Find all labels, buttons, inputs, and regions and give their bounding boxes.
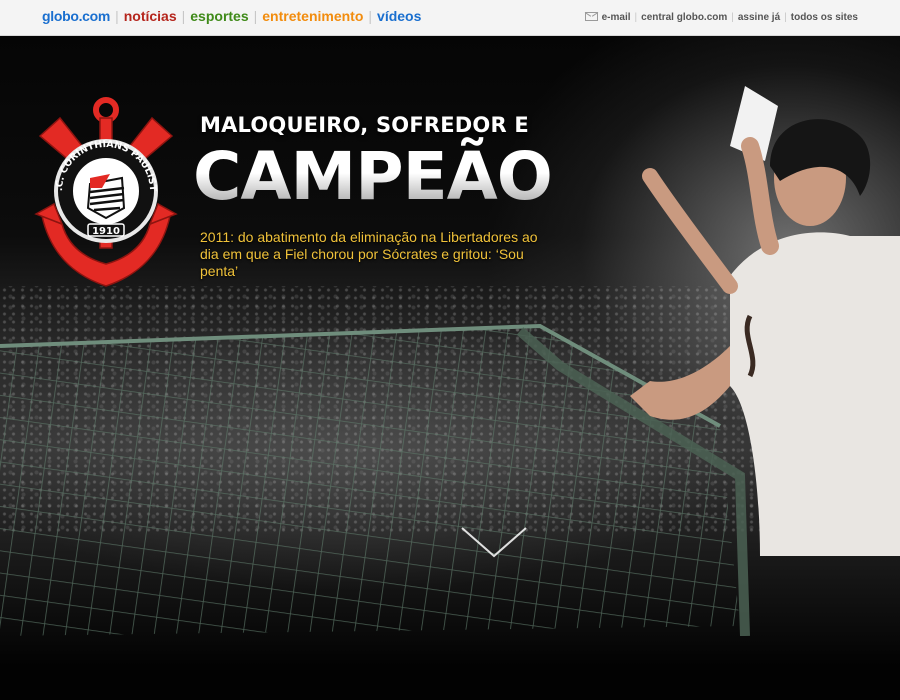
nav-esportes-link[interactable]: esportes — [190, 8, 248, 24]
top-bar: globo.com | notícias | esportes | entretenimen… — [0, 0, 900, 36]
email-link[interactable]: e-mail — [602, 12, 631, 23]
utility-nav: e-mail | central globo.com | assine já | todos… — [584, 12, 858, 23]
section-nav: globo.com | notícias | esportes | entretenimen… — [42, 8, 421, 24]
nav-separator: | — [634, 12, 638, 23]
nav-entretenimento-link[interactable]: entretenimento — [262, 8, 363, 24]
nav-noticias-link[interactable]: notícias — [124, 8, 177, 24]
todos-os-sites-link[interactable]: todos os sites — [791, 12, 858, 23]
nav-separator: | — [181, 8, 186, 24]
headline-kicker: MALOQUEIRO, SOFREDOR E — [200, 113, 529, 137]
nav-videos-link[interactable]: vídeos — [377, 8, 421, 24]
nav-separator: | — [253, 8, 258, 24]
nav-separator: | — [731, 12, 734, 23]
headline-subtitle: 2011: do abatimento da eliminação na Lib… — [200, 229, 538, 279]
nav-separator: | — [115, 8, 119, 24]
central-globo-link[interactable]: central globo.com — [641, 12, 727, 23]
envelope-icon — [584, 12, 598, 21]
crest-year-text: 1910 — [92, 226, 120, 237]
nav-separator: | — [368, 8, 373, 24]
chevron-down-icon[interactable] — [458, 524, 530, 560]
corinthians-crest-icon: S.C. CORINTHIANS PAULISTA 1910 — [32, 96, 178, 287]
headline-title: CAMPEÃO — [193, 136, 553, 218]
fan-photo — [630, 86, 900, 556]
nav-separator: | — [784, 12, 787, 23]
globo-logo-link[interactable]: globo.com — [42, 8, 110, 24]
hero-banner: S.C. CORINTHIANS PAULISTA 1910 MALOQUEIR… — [0, 36, 900, 700]
assine-ja-link[interactable]: assine já — [738, 12, 780, 23]
